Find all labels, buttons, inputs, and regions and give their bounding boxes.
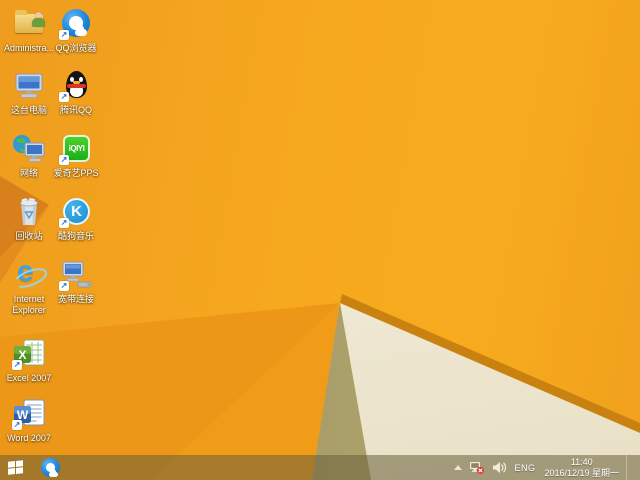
windows-logo-icon: [7, 460, 23, 475]
desktop-icon-iqiyi-pps[interactable]: iQIYI 爱奇艺PPS: [47, 133, 105, 179]
shortcut-arrow-icon: [59, 281, 69, 291]
desktop-icon-kugou-music[interactable]: K 酷狗音乐: [47, 196, 105, 242]
shortcut-arrow-icon: [12, 420, 22, 430]
volume-icon[interactable]: [492, 461, 507, 474]
broadband-connection-icon: [59, 259, 93, 291]
tencent-qq-icon: [59, 70, 93, 102]
desktop-icon-broadband-connection[interactable]: 宽带连接: [47, 259, 105, 305]
this-pc-icon: [12, 70, 46, 102]
desktop-icon-word-2007[interactable]: W Word 2007: [0, 398, 58, 444]
clock-time: 11:40: [570, 456, 593, 467]
desktop-icon-qq-browser[interactable]: QQ浏览器: [47, 8, 105, 54]
shortcut-arrow-icon: [59, 92, 69, 102]
icon-label: Word 2007: [7, 433, 51, 443]
network-icon: [12, 133, 46, 165]
excel-icon: X: [12, 338, 46, 370]
icon-label: 爱奇艺PPS: [53, 168, 99, 178]
icon-label: 腾讯QQ: [59, 105, 92, 115]
desktop-screen: Administra... 这台电脑 网络 回收站 e Internet Exp…: [0, 0, 640, 480]
iqiyi-pps-icon: iQIYI: [59, 133, 93, 165]
icon-label: 宽带连接: [57, 294, 94, 304]
shortcut-arrow-icon: [12, 360, 22, 370]
recycle-bin-icon: [12, 196, 46, 228]
system-tray: ENG 11:40 2016/12/19 星期一: [454, 455, 640, 480]
network-disconnected-icon[interactable]: [469, 461, 485, 475]
taskbar: ENG 11:40 2016/12/19 星期一: [0, 455, 640, 480]
word-icon: W: [12, 398, 46, 430]
language-indicator[interactable]: ENG: [514, 463, 535, 473]
start-button[interactable]: [0, 455, 30, 480]
taskbar-clock[interactable]: 11:40 2016/12/19 星期一: [542, 457, 619, 479]
show-hidden-icons-chevron-icon[interactable]: [454, 465, 463, 470]
icon-label: Excel 2007: [6, 373, 52, 383]
shortcut-arrow-icon: [59, 30, 69, 40]
show-desktop-button[interactable]: [626, 455, 632, 480]
desktop-icon-excel-2007[interactable]: X Excel 2007: [0, 338, 58, 384]
qq-browser-icon: [59, 8, 93, 40]
internet-explorer-icon: e: [11, 255, 50, 292]
shortcut-arrow-icon: [59, 155, 69, 165]
desktop-icon-tencent-qq[interactable]: 腾讯QQ: [47, 70, 105, 116]
kugou-music-icon: K: [59, 196, 93, 228]
qq-browser-icon: [40, 458, 60, 477]
icon-label: 酷狗音乐: [57, 231, 94, 241]
administrator-folder-icon: [12, 8, 46, 40]
shortcut-arrow-icon: [59, 218, 69, 228]
icon-label: QQ浏览器: [55, 43, 97, 53]
clock-date: 2016/12/19 星期一: [544, 467, 619, 478]
taskbar-qq-browser-button[interactable]: [36, 455, 64, 480]
